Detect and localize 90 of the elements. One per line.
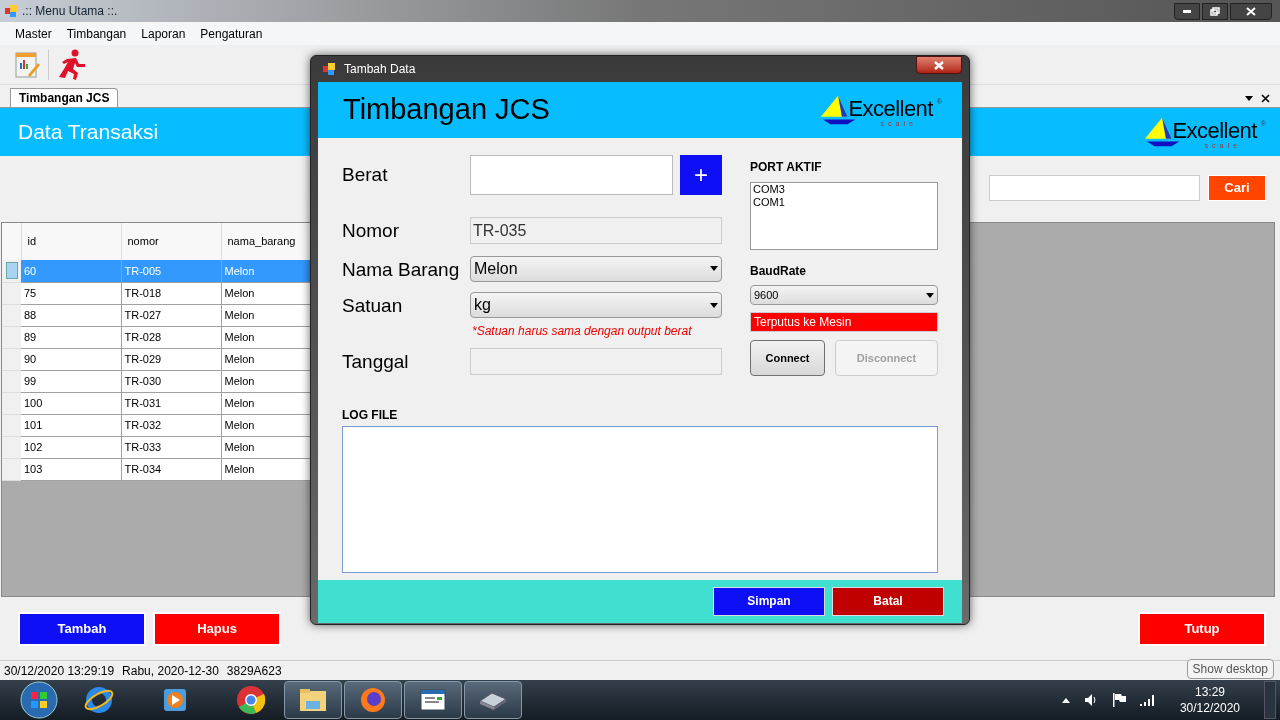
maximize-button[interactable] bbox=[1202, 2, 1228, 20]
app-window-icon[interactable] bbox=[404, 681, 462, 719]
save-button[interactable]: Simpan bbox=[713, 586, 825, 616]
close-icon[interactable] bbox=[1261, 94, 1270, 103]
search-field[interactable] bbox=[989, 175, 1200, 201]
add-button[interactable]: + bbox=[680, 155, 722, 195]
field-label: Nomor bbox=[342, 219, 400, 243]
field-label: Nama Barang bbox=[342, 257, 461, 282]
connection-status: Terputus ke Mesin bbox=[750, 312, 938, 332]
signal-icon[interactable] bbox=[1139, 694, 1156, 706]
port-item[interactable]: COM3 bbox=[753, 183, 935, 196]
port-label: PORT AKTIF bbox=[750, 159, 823, 176]
table-cell: TR-029 bbox=[121, 348, 221, 370]
status-text: 30/12/2020 13:29:19 bbox=[4, 662, 115, 680]
table-cell: TR-030 bbox=[121, 370, 221, 392]
menu-item[interactable]: Master bbox=[8, 24, 59, 43]
menu-item[interactable]: Timbangan bbox=[59, 24, 134, 43]
start-button[interactable] bbox=[20, 681, 58, 719]
dropdown[interactable]: kg bbox=[470, 292, 722, 318]
baudrate-dropdown[interactable]: 9600 bbox=[750, 285, 938, 305]
restore-icon bbox=[1210, 6, 1220, 16]
table-cell: TR-033 bbox=[121, 436, 221, 458]
flag-icon[interactable] bbox=[1111, 693, 1126, 707]
dialog-heading: Timbangan JCS bbox=[343, 92, 550, 128]
caret-icon bbox=[1245, 96, 1253, 101]
clock-time: 13:29 bbox=[1194, 684, 1225, 700]
log-label: LOG FILE bbox=[342, 406, 399, 424]
field-label: Tanggal bbox=[342, 350, 410, 374]
baudrate-label: BaudRate bbox=[750, 263, 807, 280]
table-cell: TR-027 bbox=[121, 304, 221, 326]
caret-icon bbox=[710, 266, 718, 271]
speaker-icon[interactable] bbox=[1083, 693, 1098, 707]
table-cell: TR-031 bbox=[121, 392, 221, 414]
table-cell: TR-028 bbox=[121, 326, 221, 348]
table-cell: 101 bbox=[21, 414, 121, 436]
caret-icon bbox=[710, 302, 718, 308]
disk-drive-icon[interactable] bbox=[464, 681, 522, 719]
field-label: Berat bbox=[342, 163, 389, 187]
folder-icon[interactable] bbox=[284, 681, 342, 719]
minimize-icon bbox=[1183, 9, 1191, 13]
warning-note: *Satuan harus sama dengan output berat bbox=[472, 323, 693, 340]
table-cell: 100 bbox=[21, 392, 121, 414]
report-icon[interactable] bbox=[14, 50, 40, 79]
running-person-icon[interactable] bbox=[57, 48, 87, 81]
table-cell: 90 bbox=[21, 348, 121, 370]
table-cell: TR-034 bbox=[121, 458, 221, 480]
tooltip: Show desktop bbox=[1186, 659, 1274, 679]
window-title: .:: Menu Utama ::. bbox=[22, 3, 118, 20]
window-title: Tambah Data bbox=[344, 61, 416, 78]
cancel-button[interactable]: Batal bbox=[832, 586, 944, 616]
caret-icon bbox=[926, 292, 934, 298]
minimize-button[interactable] bbox=[1174, 2, 1200, 20]
tab[interactable]: Timbangan JCS bbox=[10, 88, 119, 107]
close-button[interactable]: Tutup bbox=[1138, 611, 1266, 646]
add-button[interactable]: Tambah bbox=[18, 611, 146, 646]
disconnect-button: Disconnect bbox=[835, 340, 938, 376]
close-button[interactable] bbox=[1230, 2, 1272, 20]
page-heading: Data Transaksi bbox=[18, 119, 159, 146]
weight-field[interactable] bbox=[470, 155, 673, 195]
table-cell: TR-005 bbox=[121, 260, 221, 282]
table-cell: 60 bbox=[21, 260, 121, 282]
port-item[interactable]: COM1 bbox=[753, 196, 935, 209]
connect-button[interactable]: Connect bbox=[750, 340, 825, 376]
app-icon bbox=[322, 62, 336, 76]
status-text: Rabu, 2020-12-30 bbox=[122, 662, 219, 680]
clock-date: 30/12/2020 bbox=[1179, 700, 1240, 716]
table-cell: 88 bbox=[21, 304, 121, 326]
table-cell: 103 bbox=[21, 458, 121, 480]
app-icon bbox=[4, 4, 18, 18]
field-label: Satuan bbox=[342, 294, 404, 318]
firefox-icon[interactable] bbox=[344, 681, 402, 719]
table-cell: TR-018 bbox=[121, 282, 221, 304]
table-cell: 75 bbox=[21, 282, 121, 304]
table-cell: 99 bbox=[21, 370, 121, 392]
close-icon bbox=[1246, 6, 1256, 16]
status-text: 3829A623 bbox=[226, 662, 282, 680]
logo-name: Excellent bbox=[1172, 120, 1257, 142]
delete-button[interactable]: Hapus bbox=[153, 611, 281, 646]
menu-item[interactable]: Laporan bbox=[134, 24, 193, 43]
show-hidden-icons-icon[interactable] bbox=[1061, 697, 1070, 703]
dropdown[interactable]: Melon bbox=[470, 255, 722, 282]
table-cell: 89 bbox=[21, 326, 121, 348]
table-cell: TR-032 bbox=[121, 414, 221, 436]
close-button[interactable] bbox=[916, 56, 962, 74]
logo-name: Excellent bbox=[848, 98, 933, 120]
close-icon bbox=[934, 60, 944, 70]
readonly-field: TR-035 bbox=[470, 217, 722, 244]
table-cell: 102 bbox=[21, 436, 121, 458]
menu-item[interactable]: Pengaturan bbox=[193, 24, 270, 43]
port-list[interactable]: COM3 COM1 bbox=[750, 182, 938, 250]
